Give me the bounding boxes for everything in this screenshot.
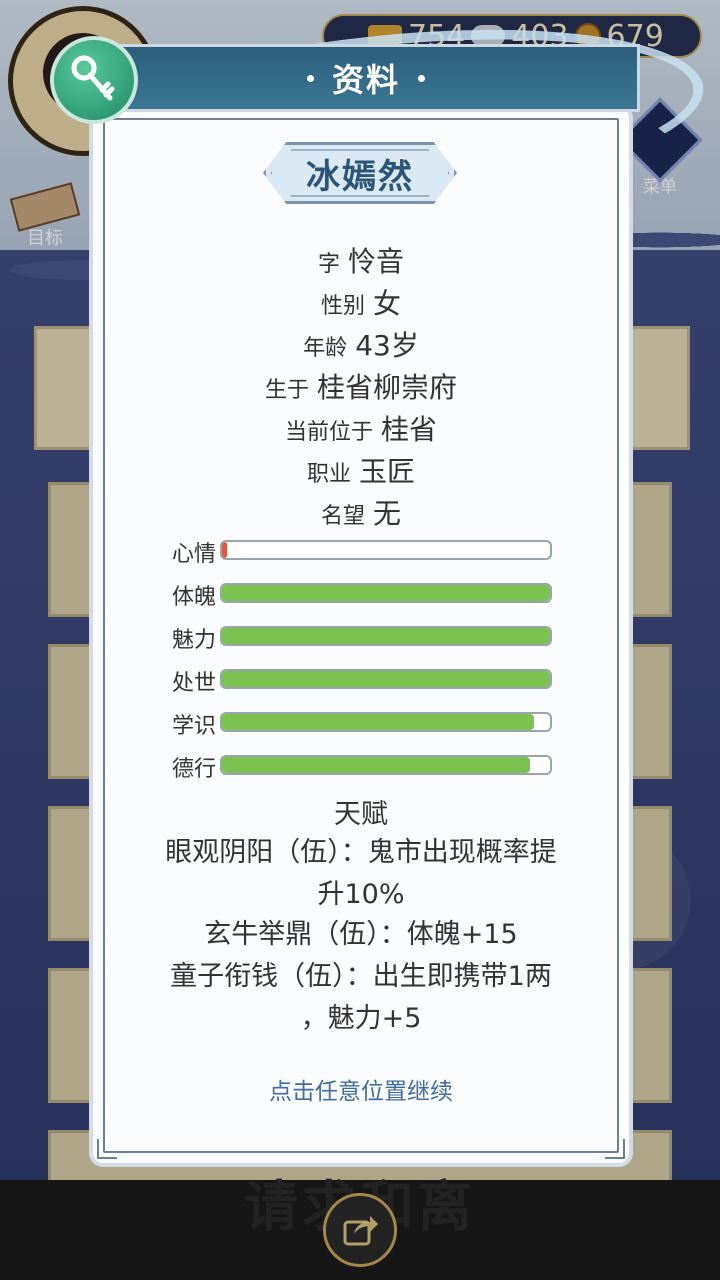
info-label: 名望	[320, 504, 365, 529]
header-dot	[418, 74, 425, 82]
stat-row: 处世	[160, 669, 560, 696]
stat-bar-track	[220, 669, 552, 689]
talent-text: 童子衔钱（伍）：出生即携带1两	[170, 961, 552, 992]
info-value: 怜音	[348, 245, 405, 278]
info-row-courtesy-name: 字怜音	[93, 240, 629, 280]
info-row-occupation: 职业 玉匠	[93, 450, 629, 490]
character-name: 冰嫣然	[306, 156, 414, 197]
stat-row: 魅力	[160, 626, 560, 653]
stat-row: 心情	[160, 540, 560, 567]
info-value: 桂省	[381, 413, 438, 446]
info-row-age: 年龄 43岁	[93, 324, 629, 364]
stat-bar-fill	[222, 628, 550, 644]
stat-row: 学识	[160, 712, 560, 739]
info-row-birthplace: 生于 桂省柳崇府	[93, 366, 629, 406]
info-value: 无	[373, 497, 402, 530]
talent-title: 天赋	[334, 799, 388, 830]
key-icon	[50, 36, 138, 124]
stat-bar-fill	[222, 585, 550, 601]
talent-text: 玄牛举鼎（伍）：体魄+15	[204, 919, 518, 950]
stat-bar-track	[220, 626, 552, 646]
info-value: 桂省柳崇府	[317, 371, 458, 404]
stat-bar-fill	[222, 757, 531, 773]
stat-bar-fill	[222, 542, 227, 558]
info-row-gender: 性别女	[93, 282, 629, 322]
stat-bar-track	[220, 583, 552, 603]
stat-row: 体魄	[160, 583, 560, 610]
frame-corner	[97, 1139, 117, 1159]
stat-bar-track	[220, 755, 552, 775]
info-value: 玉匠	[359, 455, 416, 488]
info-label: 字	[317, 252, 340, 277]
frame-corner	[605, 1139, 625, 1159]
stat-bar-track	[220, 540, 552, 560]
stat-bar-fill	[222, 671, 550, 687]
stat-label: 心情	[171, 542, 216, 567]
name-plate: 冰嫣然	[263, 142, 457, 204]
talent-text: 眼观阴阳（伍）：鬼市出现概率提	[165, 837, 557, 868]
stat-row: 德行	[160, 755, 560, 782]
dialog-header: 资料	[92, 44, 640, 112]
info-label: 年龄	[303, 336, 348, 361]
stat-label: 处世	[171, 671, 216, 696]
talent-item: 玄牛举鼎（伍）：体魄+15	[125, 914, 597, 956]
talent-text: 升10%	[317, 879, 405, 910]
stat-label: 德行	[171, 757, 216, 782]
continue-hint[interactable]: 点击任意位置继续	[93, 1072, 629, 1106]
info-value: 43岁	[355, 329, 419, 362]
dialog-title: 资料	[331, 61, 400, 99]
stat-label: 魅力	[171, 628, 216, 653]
info-value: 女	[373, 287, 402, 320]
header-dot	[306, 74, 314, 82]
stat-label: 体魄	[171, 585, 216, 610]
info-row-location: 当前位于 桂省	[93, 408, 629, 448]
info-label: 职业	[306, 462, 351, 487]
talent-text: ，魅力+5	[300, 1003, 422, 1034]
stat-bar-track	[220, 712, 552, 732]
info-row-reputation: 名望无	[93, 492, 629, 532]
stat-label: 学识	[171, 714, 216, 739]
info-label: 生于	[264, 378, 309, 403]
stat-bar-fill	[222, 714, 534, 730]
talent-item: 童子衔钱（伍）：出生即携带1两 ，魅力+5	[125, 956, 597, 1040]
talent-item: 眼观阴阳（伍）：鬼市出现概率提 升10%	[125, 832, 597, 916]
info-label: 当前位于	[284, 420, 373, 445]
info-label: 性别	[320, 294, 365, 319]
